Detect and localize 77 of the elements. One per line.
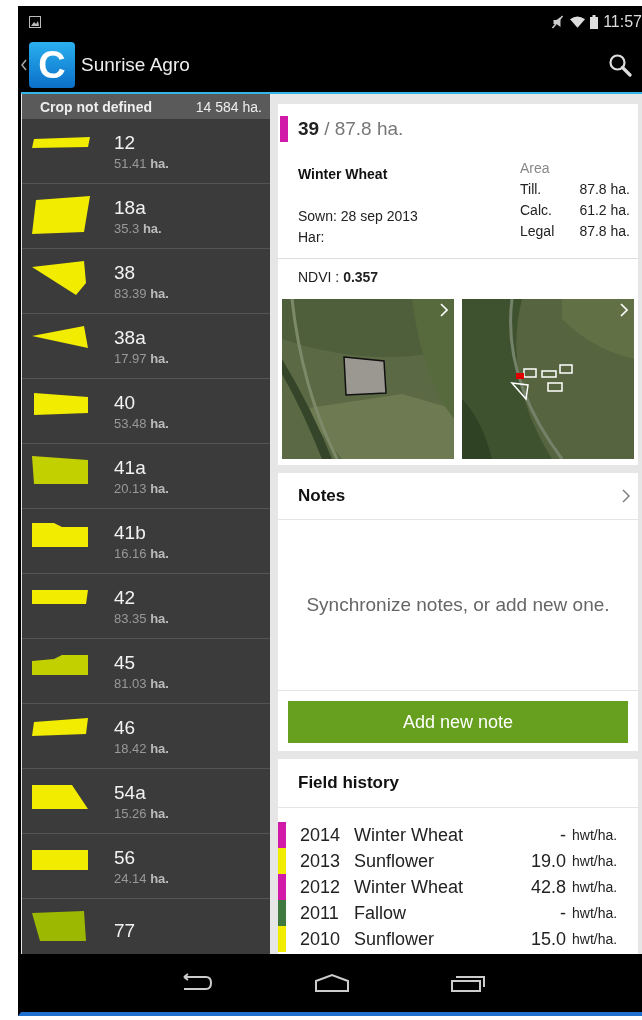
field-area: 20.13 ha. (114, 480, 169, 496)
yield-unit: hwt/ha. (572, 931, 619, 947)
clock: 11:57 (603, 13, 642, 31)
app-title: Sunrise Agro (81, 54, 191, 76)
muted-icon (550, 15, 566, 29)
yield-unit: hwt/ha. (572, 879, 619, 895)
chevron-icon (440, 303, 448, 317)
history-year: 2014 (300, 824, 342, 846)
field-name[interactable]: 45 (114, 651, 169, 674)
area-label: Calc. (520, 201, 552, 220)
ndvi-reading: NDVI : 0.357 (298, 269, 379, 285)
field-name[interactable]: 12 (114, 131, 169, 154)
field-area: 16.16 ha. (114, 545, 169, 561)
yield-unit: hwt/ha. (572, 853, 619, 869)
field-history-title: Field history (298, 773, 400, 793)
history-crop: Winter Wheat (354, 824, 465, 846)
history-yield: - (560, 902, 566, 924)
history-crop: Fallow (354, 902, 407, 924)
field-name[interactable]: 56 (114, 846, 169, 869)
history-crop: Sunflower (354, 928, 436, 950)
field-name[interactable]: 46 (114, 716, 169, 739)
battery-icon (590, 15, 599, 29)
area-heading: Area (520, 159, 551, 178)
area-value: 87.8 ha. (579, 180, 630, 199)
field-area: 53.48 ha. (114, 415, 169, 431)
history-yield: - (560, 824, 566, 846)
field-name[interactable]: 54a (114, 781, 169, 804)
field-area: 35.3 ha. (114, 220, 162, 236)
crop-group-area: 14 584 ha. (195, 98, 262, 115)
field-area: 81.03 ha. (114, 675, 169, 691)
harvest-date: Har: (298, 228, 326, 247)
field-number: 39 (298, 118, 320, 140)
area-value: 61.2 ha. (579, 201, 630, 220)
chevron-icon (620, 303, 628, 317)
field-area: 51.41 ha. (114, 155, 169, 171)
area-label: Till. (520, 180, 542, 199)
history-year: 2012 (300, 876, 342, 898)
caret-icon (21, 59, 27, 71)
notes-header[interactable]: Notes (278, 473, 638, 520)
history-crop: Winter Wheat (354, 876, 465, 898)
field-name[interactable]: 41b (114, 521, 169, 544)
field-area: 83.35 ha. (114, 610, 169, 626)
history-yield: 42.8 (530, 876, 566, 898)
field-name[interactable]: 77 (114, 920, 136, 942)
notes-title: Notes (298, 486, 346, 506)
history-yield: 15.0 (530, 928, 566, 950)
history-year: 2013 (300, 850, 342, 872)
history-year: 2010 (300, 928, 342, 950)
empty-notes-message: Synchronize notes, or add new one. (306, 594, 610, 616)
sown-date: Sown: 28 sep 2013 (298, 207, 418, 226)
yield-unit: hwt/ha. (572, 827, 619, 843)
area-label: Legal (520, 222, 555, 241)
area-value: 87.8 ha. (579, 222, 630, 241)
home-icon[interactable] (313, 973, 350, 993)
field-name[interactable]: 40 (114, 391, 169, 414)
field-total-area: / 87.8 ha. (324, 118, 404, 140)
wifi-icon (570, 15, 586, 29)
history-yield: 19.0 (530, 850, 566, 872)
history-crop: Sunflower (354, 850, 436, 872)
recent-apps-icon[interactable] (449, 973, 486, 993)
field-name[interactable]: 42 (114, 586, 169, 609)
field-name[interactable]: 41a (114, 456, 169, 479)
field-area: 17.97 ha. (114, 350, 169, 366)
history-year: 2011 (300, 902, 340, 924)
crop-name: Winter Wheat (298, 166, 389, 182)
chevron-icon (622, 489, 630, 503)
search-icon[interactable] (608, 53, 632, 77)
field-area: 24.14 ha. (114, 870, 169, 886)
crop-group-name: Crop not defined (40, 98, 152, 115)
field-area: 18.42 ha. (114, 740, 169, 756)
field-area: 83.39 ha. (114, 285, 169, 301)
picture-icon (29, 16, 41, 28)
yield-unit: hwt/ha. (572, 905, 619, 921)
field-name[interactable]: 38 (114, 261, 169, 284)
field-area: 15.26 ha. (114, 805, 169, 821)
field-name[interactable]: 18a (114, 196, 162, 219)
field-name[interactable]: 38a (114, 326, 169, 349)
